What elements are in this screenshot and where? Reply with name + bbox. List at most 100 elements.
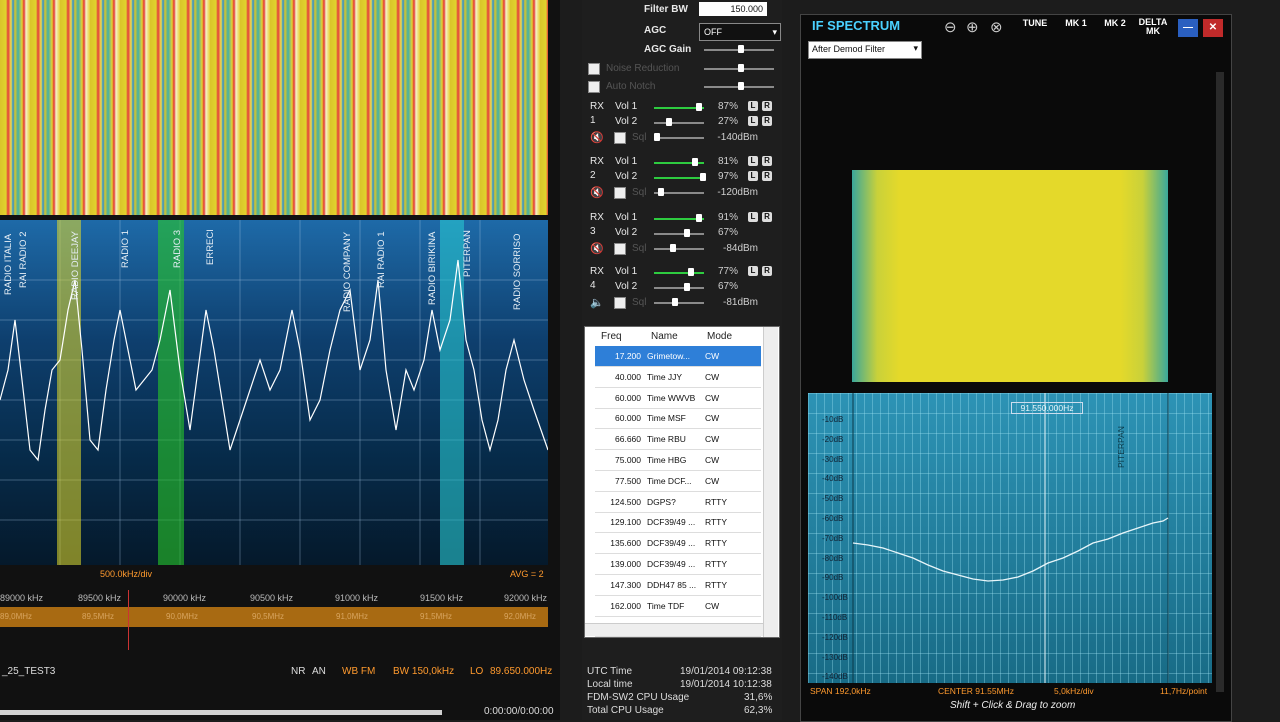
right-channel-button[interactable]: R: [762, 156, 772, 166]
delta-mk-button[interactable]: DELTA MK: [1136, 18, 1170, 36]
table-row[interactable]: 17.200 Grimetow... CW: [595, 346, 761, 367]
table-row[interactable]: 60.000 Time WWVB CW: [595, 388, 761, 409]
table-row[interactable]: 60.000 Time MSF CW: [595, 408, 761, 430]
table-hscrollbar[interactable]: [585, 623, 763, 636]
cell-mode: RTTY: [705, 538, 728, 549]
filter-bw-label: Filter BW: [644, 4, 688, 15]
column-header-freq[interactable]: Freq: [601, 331, 622, 342]
auto-notch-checkbox[interactable]: [588, 81, 600, 93]
db-tick: -140dB: [822, 672, 848, 682]
left-channel-button[interactable]: L: [748, 212, 758, 222]
cell-freq: 75.000: [615, 455, 641, 465]
freqbar-tick: 91,5MHz: [420, 612, 453, 621]
table-row[interactable]: 124.500 DGPS? RTTY: [595, 492, 761, 513]
sql-label: Sql: [632, 132, 647, 143]
table-row[interactable]: 66.660 Time RBU CW: [595, 429, 761, 451]
spectrum-display[interactable]: RADIO ITALIA RAI RADIO 2 RADIO DEEJAY RA…: [0, 220, 548, 565]
right-channel-button[interactable]: R: [762, 266, 772, 276]
squelch-slider[interactable]: [654, 244, 704, 252]
squelch-checkbox[interactable]: [614, 243, 626, 255]
rx-number: 4: [590, 280, 596, 291]
frequency-table[interactable]: Freq Name Mode 17.200 Grimetow... CW 40.000…: [584, 326, 780, 638]
chevron-down-icon: ▾: [772, 27, 777, 37]
squelch-slider[interactable]: [654, 188, 704, 196]
station-label: RAI RADIO 2: [18, 231, 29, 289]
noise-reduction-checkbox[interactable]: [588, 63, 600, 75]
squelch-checkbox[interactable]: [614, 297, 626, 309]
table-row[interactable]: 77.500 Time DCF... CW: [595, 471, 761, 492]
table-row[interactable]: 139.000 DCF39/49 ... RTTY: [595, 554, 761, 575]
noise-reduction-label: Noise Reduction: [606, 63, 680, 74]
table-scrollbar[interactable]: [763, 327, 778, 637]
station-label: RADIO DEEJAY: [70, 231, 81, 300]
table-row[interactable]: 162.000 Time TDF CW: [595, 596, 761, 617]
left-channel-button[interactable]: L: [748, 116, 758, 126]
rx-label: RX: [590, 156, 604, 167]
column-header-mode[interactable]: Mode: [707, 331, 732, 342]
auto-notch-slider[interactable]: [704, 82, 774, 90]
right-channel-button[interactable]: R: [762, 212, 772, 222]
rx-band-green: [158, 220, 184, 565]
waterfall-display[interactable]: [0, 0, 548, 215]
mode-indicator[interactable]: WB FM: [342, 666, 375, 677]
if-waterfall[interactable]: [852, 170, 1168, 382]
left-channel-button[interactable]: L: [748, 266, 758, 276]
vol1-label: Vol 1: [615, 212, 638, 223]
mk2-button[interactable]: MK 2: [1099, 18, 1131, 36]
table-row[interactable]: 129.100 DCF39/49 ... RTTY: [595, 512, 761, 534]
vol2-value: 97%: [717, 171, 738, 182]
sql-label: Sql: [632, 187, 647, 198]
nr-indicator[interactable]: NR: [291, 666, 305, 677]
filter-bw-input[interactable]: 150.000: [699, 2, 767, 16]
table-row[interactable]: 75.000 Time HBG CW: [595, 450, 761, 471]
noise-reduction-slider[interactable]: [704, 64, 774, 72]
cell-freq: 139.000: [610, 559, 641, 569]
table-row[interactable]: 40.000 Time JJY CW: [595, 367, 761, 388]
left-channel-button[interactable]: L: [748, 171, 758, 181]
zoom-in-icon[interactable]: ⊕: [966, 18, 979, 36]
mk1-button[interactable]: MK 1: [1060, 18, 1092, 36]
minimize-icon[interactable]: —: [1178, 19, 1198, 37]
left-channel-button[interactable]: L: [748, 101, 758, 111]
if-spectrum-graph[interactable]: 91.550.000Hz PITERPAN -10dB -20dB -30dB -40…: [808, 393, 1212, 683]
station-label: ERRECI: [205, 229, 216, 265]
freqbar-tick: 92,0MHz: [504, 612, 537, 621]
lo-frequency[interactable]: 89.650.000Hz: [490, 666, 552, 677]
rbw-label: 500.0kHz/div: [100, 569, 153, 579]
sql-value: -120dBm: [717, 187, 758, 198]
speaker-muted-icon[interactable]: 🔇: [590, 242, 604, 255]
agc-gain-slider[interactable]: [704, 45, 774, 53]
speaker-muted-icon[interactable]: 🔇: [590, 186, 604, 199]
table-row[interactable]: 135.600 DCF39/49 ... RTTY: [595, 533, 761, 555]
sql-label: Sql: [632, 243, 647, 254]
zoom-hint: Shift + Click & Drag to zoom: [950, 700, 1076, 711]
cell-freq: 66.660: [615, 434, 641, 445]
squelch-slider[interactable]: [654, 133, 704, 141]
squelch-slider[interactable]: [654, 298, 704, 306]
left-channel-button[interactable]: L: [748, 156, 758, 166]
an-indicator[interactable]: AN: [312, 666, 326, 677]
cell-freq: 124.500: [610, 496, 641, 507]
right-channel-button[interactable]: R: [762, 116, 772, 126]
squelch-checkbox[interactable]: [614, 187, 626, 199]
agc-select[interactable]: OFF ▾: [699, 23, 781, 41]
playback-progress[interactable]: [0, 710, 442, 715]
right-channel-button[interactable]: R: [762, 101, 772, 111]
squelch-checkbox[interactable]: [614, 132, 626, 144]
zoom-reset-icon[interactable]: ⊗: [990, 18, 1003, 36]
freq-tick: 91500 kHz: [420, 593, 464, 603]
if-filter-select[interactable]: After Demod Filter ▾: [808, 41, 922, 59]
if-scrollbar[interactable]: [1216, 72, 1224, 692]
close-icon[interactable]: ✕: [1203, 19, 1223, 37]
freq-tick: 92000 kHz: [504, 593, 548, 603]
speaker-icon[interactable]: 🔈: [590, 296, 604, 309]
tuning-bar[interactable]: 89,0MHz 89,5MHz 90,0MHz 90,5MHz 91,0MHz …: [0, 607, 548, 627]
right-channel-button[interactable]: R: [762, 171, 772, 181]
table-row[interactable]: 147.300 DDH47 85 ... RTTY: [595, 575, 761, 596]
cell-freq: 129.100: [610, 517, 641, 528]
tune-button[interactable]: TUNE: [1018, 18, 1052, 36]
speaker-muted-icon[interactable]: 🔇: [590, 131, 604, 144]
column-header-name[interactable]: Name: [651, 331, 678, 342]
zoom-out-icon[interactable]: ⊖: [944, 18, 957, 36]
cell-name: Time HBG: [647, 455, 687, 465]
